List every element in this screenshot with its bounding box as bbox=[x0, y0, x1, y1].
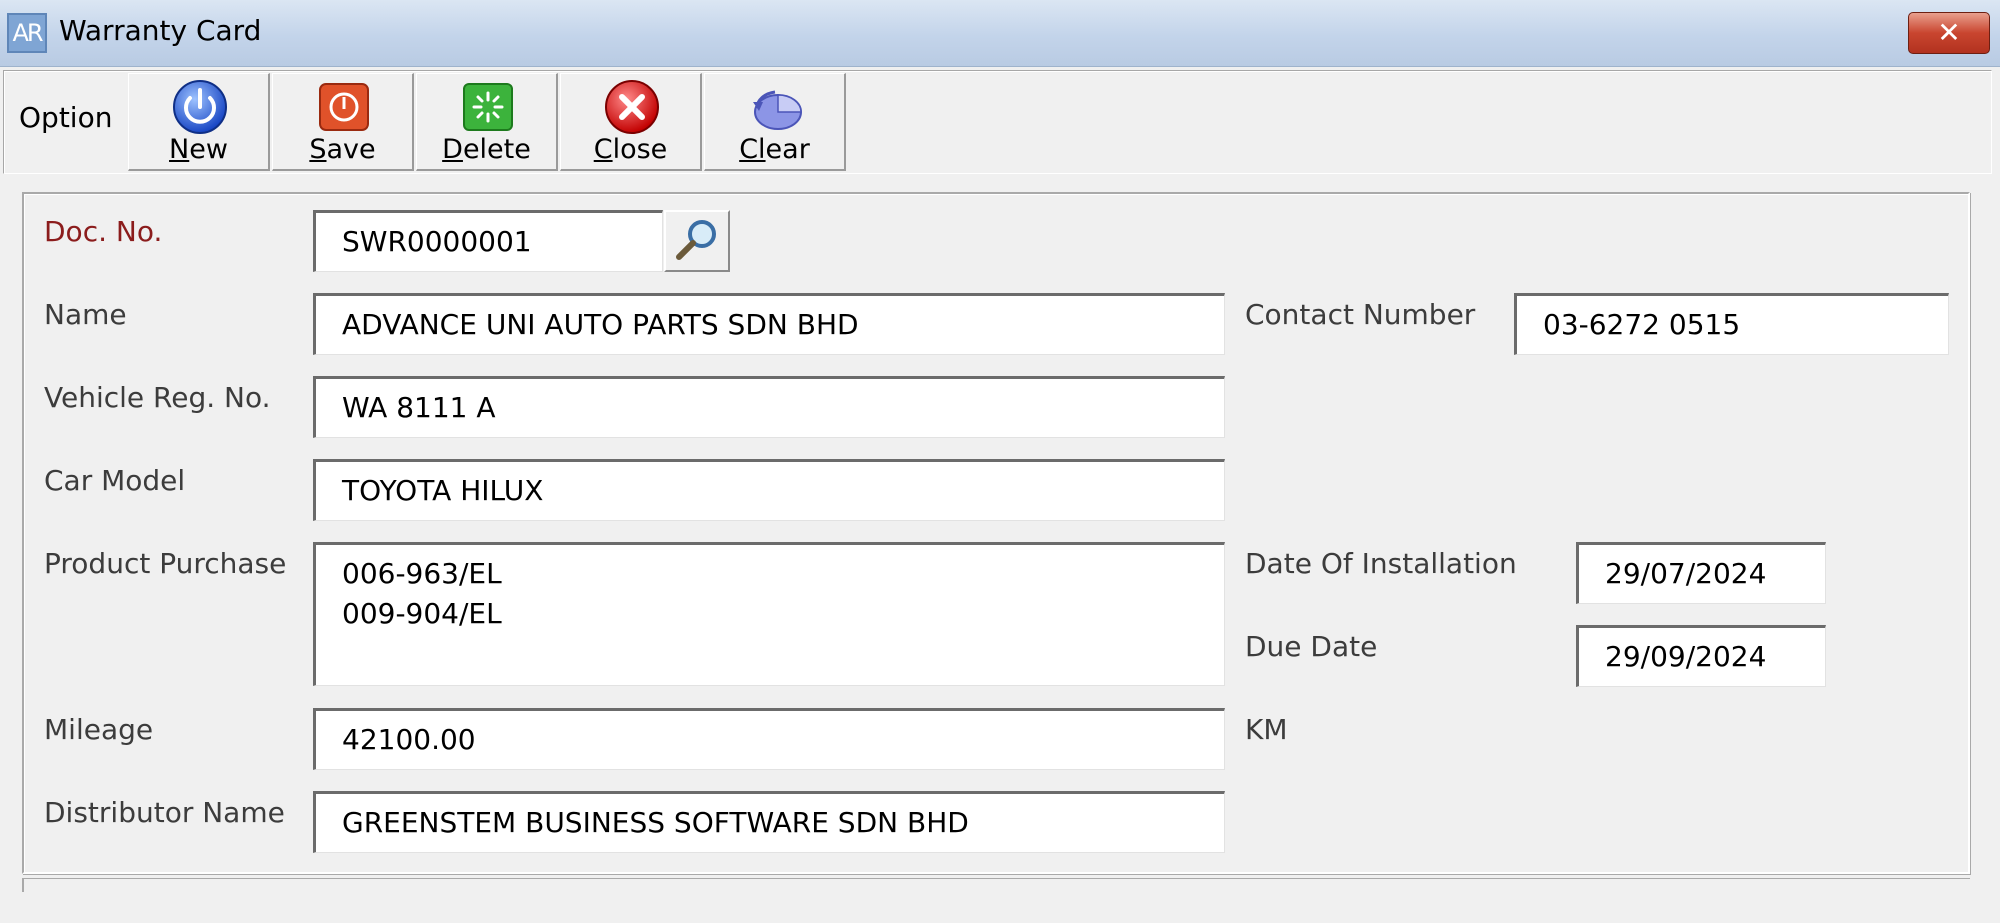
close-icon bbox=[605, 80, 659, 134]
distributor-name-field[interactable]: GREENSTEM BUSINESS SOFTWARE SDN BHD bbox=[313, 791, 1225, 853]
close-button-key: C bbox=[593, 134, 613, 165]
delete-button-label: elete bbox=[462, 134, 531, 165]
distributor-name-label: Distributor Name bbox=[44, 796, 285, 829]
new-button-label: ew bbox=[189, 134, 228, 165]
mileage-field[interactable]: 42100.00 bbox=[313, 708, 1225, 770]
window-title: Warranty Card bbox=[59, 14, 262, 47]
product-purchase-label: Product Purchase bbox=[44, 547, 287, 580]
window-close-button[interactable]: ✕ bbox=[1908, 12, 1990, 54]
option-label: Option bbox=[19, 101, 113, 134]
save-button-key: S bbox=[309, 134, 327, 165]
due-date-field[interactable]: 29/09/2024 bbox=[1576, 625, 1826, 687]
due-date-label: Due Date bbox=[1245, 630, 1378, 663]
car-model-field[interactable]: TOYOTA HILUX bbox=[313, 459, 1225, 521]
clear-icon bbox=[753, 90, 802, 130]
new-button-key: N bbox=[169, 134, 190, 165]
save-icon bbox=[319, 83, 369, 131]
app-icon: AR bbox=[7, 13, 47, 53]
car-model-label: Car Model bbox=[44, 464, 186, 497]
doc-no-field[interactable]: SWR0000001 bbox=[313, 210, 663, 272]
delete-button-key: D bbox=[442, 134, 463, 165]
date-of-installation-label: Date Of Installation bbox=[1245, 547, 1517, 580]
close-button-label: lose bbox=[612, 134, 668, 165]
date-of-installation-field[interactable]: 29/07/2024 bbox=[1576, 542, 1826, 604]
clear-button[interactable]: Clear bbox=[704, 73, 846, 171]
contact-number-label: Contact Number bbox=[1245, 298, 1476, 331]
close-button[interactable]: Close bbox=[560, 73, 702, 171]
doc-no-label: Doc. No. bbox=[44, 215, 163, 248]
clear-button-key: Cl bbox=[739, 134, 766, 165]
clear-button-label: ear bbox=[765, 134, 810, 165]
delete-icon bbox=[463, 83, 513, 131]
doc-lookup-button[interactable] bbox=[664, 210, 730, 272]
toolbar: Option New Save Delete Close Clear bbox=[3, 70, 1992, 174]
name-field[interactable]: ADVANCE UNI AUTO PARTS SDN BHD bbox=[313, 293, 1225, 355]
save-button[interactable]: Save bbox=[272, 73, 414, 171]
product-purchase-field[interactable]: 006-963/EL 009-904/EL bbox=[313, 542, 1225, 686]
name-label: Name bbox=[44, 298, 127, 331]
delete-button[interactable]: Delete bbox=[416, 73, 558, 171]
mileage-unit-label: KM bbox=[1245, 713, 1288, 746]
mileage-label: Mileage bbox=[44, 713, 154, 746]
magnifier-icon bbox=[676, 220, 716, 260]
new-button[interactable]: New bbox=[128, 73, 270, 171]
title-bar: AR Warranty Card ✕ bbox=[0, 0, 2000, 67]
contact-number-field[interactable]: 03-6272 0515 bbox=[1514, 293, 1949, 355]
vehicle-reg-no-label: Vehicle Reg. No. bbox=[44, 381, 271, 414]
save-button-label: ave bbox=[326, 134, 376, 165]
vehicle-reg-no-field[interactable]: WA 8111 A bbox=[313, 376, 1225, 438]
power-icon bbox=[173, 80, 227, 134]
bottom-divider bbox=[22, 878, 1970, 892]
